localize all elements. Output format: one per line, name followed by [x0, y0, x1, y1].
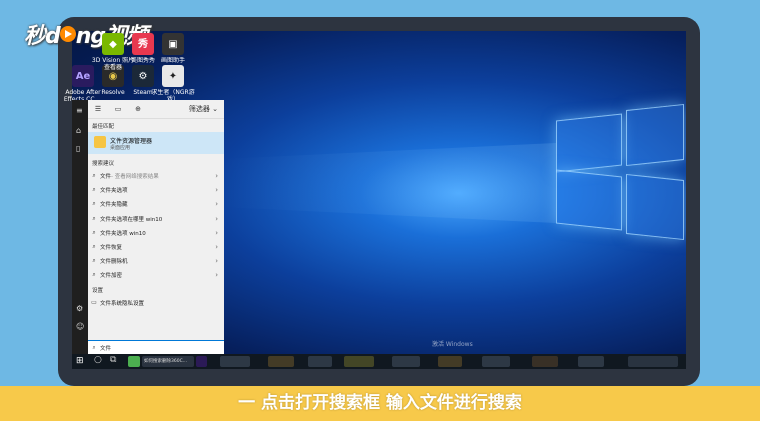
- filter-button[interactable]: 筛选器 ⌄: [189, 104, 218, 114]
- best-match-title: 最佳匹配: [92, 124, 115, 130]
- tab-docs[interactable]: ▭: [108, 105, 128, 113]
- search-icon: ⌕: [92, 257, 96, 265]
- search-icon: ⌕: [92, 200, 96, 208]
- game-icon: ✦: [162, 65, 184, 87]
- suggestion-item[interactable]: ⌕ 文件恢复 ›: [88, 240, 224, 254]
- settings-item[interactable]: ▭ 文件系统隐私设置: [88, 296, 224, 310]
- chevron-right-icon: ›: [215, 257, 218, 266]
- activate-windows-text: 激活 Windows: [432, 341, 473, 348]
- blurred-app-8[interactable]: [532, 356, 558, 367]
- suggestion-text: 文件: [100, 174, 112, 181]
- search-icon: ⌕: [92, 228, 96, 236]
- suggestion-text: 文件夹选项在哪里 win10: [100, 216, 163, 223]
- suggestion-text: 文件夹选项: [100, 188, 128, 195]
- suggestion-item[interactable]: ⌕ 文件删除机 ›: [88, 254, 224, 268]
- search-input[interactable]: ⌕ 文件: [88, 340, 224, 355]
- windows-start-icon[interactable]: ⊞: [76, 356, 84, 366]
- app-icon: ▣: [162, 33, 184, 55]
- suggestion-item[interactable]: ⌕ 文件加密 ›: [88, 268, 224, 282]
- premiere-icon[interactable]: [196, 356, 207, 367]
- start-rail: ≡ ⌂ ▯ ⚙ ☺: [72, 100, 88, 354]
- search-icon: ⌕: [92, 271, 96, 279]
- blurred-app-1[interactable]: [220, 356, 250, 367]
- search-icon: ⌕: [92, 344, 96, 351]
- chevron-right-icon: ›: [215, 200, 218, 209]
- suggestion-item[interactable]: ⌕ 文件夹选项 ›: [88, 183, 224, 197]
- blurred-app-9[interactable]: [578, 356, 604, 367]
- play-icon: [59, 26, 76, 42]
- suggestion-item[interactable]: ⌕ 文件 - 查看网络搜索结果 ›: [88, 169, 224, 183]
- search-icon: ⌕: [92, 243, 96, 251]
- suggestion-text: 文件删除机: [100, 259, 128, 266]
- best-match-item[interactable]: 文件资源管理器 桌面应用: [88, 132, 224, 154]
- chevron-right-icon: ›: [215, 172, 218, 181]
- suggestion-item[interactable]: ⌕ 文件夹选项 win10 ›: [88, 226, 224, 240]
- search-panel: ☰ ▭ ⊕ 筛选器 ⌄ 最佳匹配 文件资源管理器 桌面应用 搜索建议 ⌕ 文件 -…: [88, 100, 224, 354]
- suggestion-text: 文件夹隐藏: [100, 202, 128, 209]
- tab-web[interactable]: ⊕: [128, 105, 148, 113]
- suggestion-item[interactable]: ⌕ 文件夹选项在哪里 win10 ›: [88, 212, 224, 226]
- task-view-icon[interactable]: ⧉: [110, 355, 116, 365]
- suggestion-text: 文件恢复: [100, 245, 123, 252]
- document-icon[interactable]: ▯: [76, 144, 80, 153]
- blurred-app-4[interactable]: [344, 356, 374, 367]
- gear-icon[interactable]: ⚙: [76, 304, 83, 313]
- suggestion-extra: - 查看网络搜索结果: [111, 174, 159, 181]
- search-topbar: ☰ ▭ ⊕ 筛选器 ⌄: [88, 100, 224, 119]
- blurred-app-2[interactable]: [268, 356, 294, 367]
- chevron-right-icon: ›: [215, 214, 218, 223]
- chevron-right-icon: ›: [215, 228, 218, 237]
- tab-all[interactable]: ☰: [88, 105, 108, 113]
- subtitle-caption: 一 点击打开搜索框 输入文件进行搜索: [0, 386, 760, 421]
- 360-icon[interactable]: [128, 356, 140, 367]
- chevron-right-icon: ›: [215, 186, 218, 195]
- system-tray[interactable]: [628, 356, 678, 367]
- search-icon: ⌕: [92, 172, 96, 180]
- taskbar: ⊞ ○ ⧉ 如何搜索删除360C...: [72, 354, 686, 369]
- home-icon[interactable]: ⌂: [76, 126, 81, 135]
- blurred-app-6[interactable]: [438, 356, 462, 367]
- app-shortcut[interactable]: ▣ 画图助手: [150, 33, 196, 64]
- suggestion-item[interactable]: ⌕ 文件夹隐藏 ›: [88, 197, 224, 211]
- suggestion-text: 文件夹选项 win10: [100, 230, 146, 237]
- shortcut-label: 画图助手: [160, 57, 185, 64]
- best-match-sub: 桌面应用: [110, 145, 131, 151]
- chevron-right-icon: ›: [215, 271, 218, 280]
- settings-item-icon: ▭: [91, 299, 97, 307]
- taskbar-active-app[interactable]: 如何搜索删除360C...: [142, 356, 194, 367]
- settings-title: 设置: [92, 287, 104, 294]
- folder-icon: [94, 136, 106, 148]
- hamburger-icon[interactable]: ≡: [76, 106, 83, 115]
- cortana-icon[interactable]: ○: [94, 355, 102, 365]
- blurred-app-5[interactable]: [392, 356, 420, 367]
- search-icon: ⌕: [92, 214, 96, 222]
- suggestion-text: 文件加密: [100, 273, 123, 280]
- search-icon: ⌕: [92, 186, 96, 194]
- user-icon[interactable]: ☺: [76, 322, 84, 331]
- blurred-app-3[interactable]: [308, 356, 332, 367]
- game-shortcut[interactable]: ✦求生者（NGR游戏）: [150, 65, 196, 103]
- blurred-app-7[interactable]: [482, 356, 510, 367]
- chevron-right-icon: ›: [215, 243, 218, 252]
- suggest-title: 搜索建议: [92, 161, 115, 167]
